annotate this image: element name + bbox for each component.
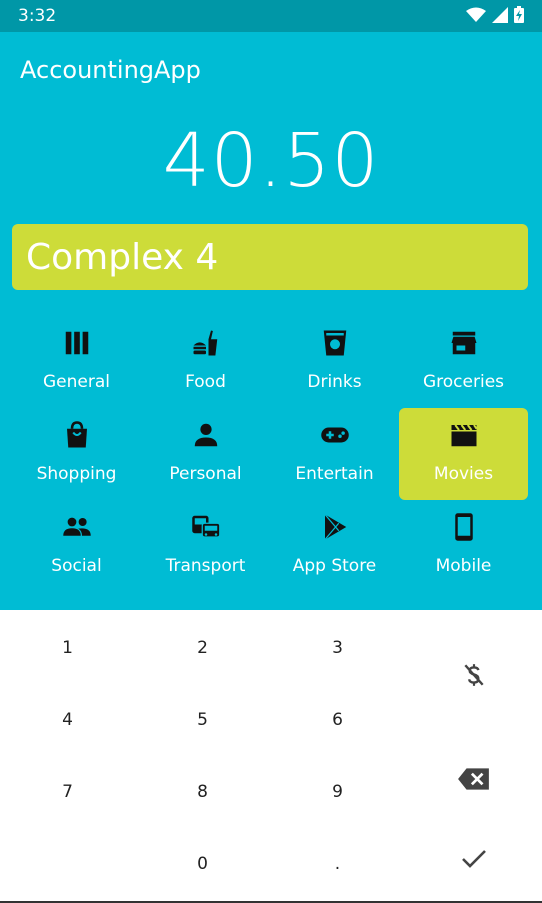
shopping-bag-icon bbox=[66, 421, 87, 448]
key-4[interactable]: 4 bbox=[0, 684, 135, 756]
cell-signal-icon bbox=[492, 6, 508, 23]
money-off-icon bbox=[463, 664, 484, 686]
app-title: AccountingApp bbox=[20, 56, 201, 84]
smartphone-icon bbox=[454, 513, 473, 541]
key-0[interactable]: 0 bbox=[135, 828, 270, 900]
category-label: Mobile bbox=[435, 556, 492, 576]
key-7[interactable]: 7 bbox=[0, 756, 135, 828]
category-label: Personal bbox=[169, 464, 242, 484]
category-social[interactable]: Social bbox=[12, 500, 141, 592]
drink-cup-icon bbox=[323, 330, 346, 356]
key-6[interactable]: 6 bbox=[270, 684, 405, 756]
category-app-store[interactable]: App Store bbox=[270, 500, 399, 592]
category-label: App Store bbox=[292, 556, 377, 576]
status-bar: 3:32 bbox=[0, 0, 542, 32]
category-label: Food bbox=[185, 372, 226, 392]
category-label: General bbox=[43, 372, 110, 392]
person-icon bbox=[194, 423, 217, 447]
category-label: Social bbox=[51, 556, 102, 576]
category-mobile[interactable]: Mobile bbox=[399, 500, 528, 592]
category-drinks[interactable]: Drinks bbox=[270, 316, 399, 408]
category-general[interactable]: General bbox=[12, 316, 141, 408]
clapperboard-icon bbox=[451, 424, 477, 447]
status-icons bbox=[466, 6, 524, 23]
category-label: Drinks bbox=[307, 372, 362, 392]
category-entertain[interactable]: Entertain bbox=[270, 408, 399, 500]
description-field[interactable]: Complex 4 bbox=[12, 224, 528, 290]
amount-display: 40.50 bbox=[162, 118, 380, 204]
status-time: 3:32 bbox=[18, 6, 57, 26]
category-transport[interactable]: Transport bbox=[141, 500, 270, 592]
gamepad-icon bbox=[320, 427, 349, 443]
category-food[interactable]: Food bbox=[141, 316, 270, 408]
key-empty bbox=[0, 828, 135, 900]
keypad: 1 2 3 4 5 6 7 8 9 0 . bbox=[0, 610, 542, 903]
key-9[interactable]: 9 bbox=[270, 756, 405, 828]
category-shopping[interactable]: Shopping bbox=[12, 408, 141, 500]
key-8[interactable]: 8 bbox=[135, 756, 270, 828]
category-personal[interactable]: Personal bbox=[141, 408, 270, 500]
entry-panel: AccountingApp 40.50 Complex 4 General Fo… bbox=[0, 32, 542, 610]
category-label: Transport bbox=[165, 556, 246, 576]
columns-icon bbox=[65, 331, 88, 355]
wifi-icon bbox=[466, 7, 486, 22]
confirm-button[interactable] bbox=[405, 824, 542, 894]
store-icon bbox=[451, 331, 476, 355]
key-1[interactable]: 1 bbox=[0, 612, 135, 684]
check-icon bbox=[461, 850, 486, 868]
fastfood-icon bbox=[193, 330, 217, 356]
category-label: Movies bbox=[433, 464, 494, 484]
category-label: Entertain bbox=[295, 464, 374, 484]
key-2[interactable]: 2 bbox=[135, 612, 270, 684]
description-text: Complex 4 bbox=[26, 237, 219, 278]
play-store-icon bbox=[324, 514, 346, 540]
key-decimal[interactable]: . bbox=[270, 828, 405, 900]
transport-icon bbox=[191, 515, 220, 538]
people-icon bbox=[62, 517, 91, 536]
backspace-icon bbox=[457, 768, 489, 790]
battery-icon bbox=[514, 6, 524, 23]
category-label: Shopping bbox=[36, 464, 117, 484]
key-3[interactable]: 3 bbox=[270, 612, 405, 684]
category-movies[interactable]: Movies bbox=[399, 408, 528, 500]
category-label: Groceries bbox=[422, 372, 505, 392]
category-groceries[interactable]: Groceries bbox=[399, 316, 528, 408]
key-5[interactable]: 5 bbox=[135, 684, 270, 756]
currency-toggle-button[interactable] bbox=[405, 640, 542, 710]
backspace-button[interactable] bbox=[405, 744, 542, 814]
